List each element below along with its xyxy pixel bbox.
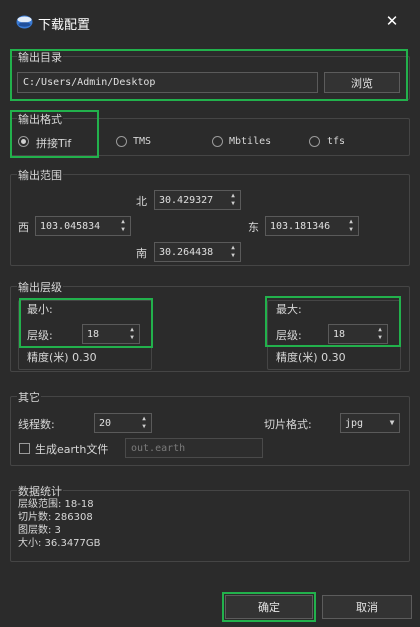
min-precision-text: 精度(米) 0.30 — [27, 351, 97, 364]
west-spinbox[interactable]: 103.045834 ▲ ▼ — [35, 216, 131, 236]
output-level-title: 输出层级 — [17, 279, 63, 295]
south-label: 南 — [136, 247, 147, 260]
stats-line: 大小: 36.3477GB — [18, 538, 101, 549]
min-level-title: 最小: — [27, 303, 53, 316]
max-level-spinbox[interactable]: 18 ▲ ▼ — [328, 324, 388, 344]
spin-arrows-icon[interactable]: ▲ ▼ — [228, 244, 238, 260]
east-value: 103.181346 — [270, 220, 331, 232]
other-title: 其它 — [17, 389, 41, 405]
stats-title: 数据统计 — [17, 483, 63, 499]
south-spinbox[interactable]: 30.264438 ▲ ▼ — [154, 242, 241, 262]
format-radio-tif[interactable] — [18, 136, 29, 147]
threads-label: 线程数: — [18, 418, 55, 431]
threads-spinbox[interactable]: 20 ▲ ▼ — [94, 413, 152, 433]
tile-format-label: 切片格式: — [264, 418, 312, 431]
format-radio-tms[interactable] — [116, 136, 127, 147]
stats-line: 层级范围: 18-18 — [18, 499, 94, 510]
output-range-title: 输出范围 — [17, 167, 63, 183]
chevron-down-icon[interactable]: ▼ — [387, 415, 397, 431]
app-globe-icon — [16, 15, 33, 29]
cancel-button[interactable]: 取消 — [322, 595, 412, 619]
spin-arrows-icon[interactable]: ▲ ▼ — [127, 326, 137, 342]
window-title: 下载配置 — [38, 18, 91, 33]
format-label-tif: 拼接Tif — [36, 137, 72, 150]
east-label: 东 — [248, 221, 259, 234]
earth-checkbox[interactable] — [19, 443, 30, 454]
tile-format-select[interactable]: jpg ▼ — [340, 413, 400, 433]
south-value: 30.264438 — [159, 246, 214, 258]
earth-checkbox-label: 生成earth文件 — [35, 443, 109, 456]
max-level-value: 18 — [333, 328, 346, 340]
spin-arrows-icon[interactable]: ▲ ▼ — [139, 415, 149, 431]
stats-line: 图层数: 3 — [18, 525, 61, 536]
north-value: 30.429327 — [159, 194, 214, 206]
max-level-title: 最大: — [276, 303, 302, 316]
threads-value: 20 — [99, 417, 112, 429]
north-label: 北 — [136, 195, 147, 208]
tile-format-value: jpg — [345, 417, 364, 429]
stats-line: 切片数: 286308 — [18, 512, 93, 523]
max-level-label: 层级: — [276, 329, 302, 342]
min-level-spinbox[interactable]: 18 ▲ ▼ — [82, 324, 140, 344]
format-label-tms: TMS — [133, 136, 152, 147]
format-label-mbtiles: Mbtiles — [229, 136, 272, 147]
spin-arrows-icon[interactable]: ▲ ▼ — [346, 218, 356, 234]
spin-arrows-icon[interactable]: ▲ ▼ — [228, 192, 238, 208]
earth-file-input[interactable]: out.earth — [125, 438, 263, 458]
north-spinbox[interactable]: 30.429327 ▲ ▼ — [154, 190, 241, 210]
max-precision-text: 精度(米) 0.30 — [276, 351, 346, 364]
west-value: 103.045834 — [40, 220, 101, 232]
ok-button[interactable]: 确定 — [225, 595, 313, 619]
browse-button[interactable]: 浏览 — [324, 72, 400, 93]
min-level-value: 18 — [87, 328, 100, 340]
west-label: 西 — [18, 221, 29, 234]
format-label-tfs: tfs — [327, 136, 346, 147]
min-level-label: 层级: — [27, 329, 53, 342]
close-icon[interactable]: ✕ — [383, 12, 401, 30]
format-radio-tfs[interactable] — [309, 136, 320, 147]
output-path-input[interactable]: C:/Users/Admin/Desktop — [17, 72, 318, 93]
format-radio-mbtiles[interactable] — [212, 136, 223, 147]
east-spinbox[interactable]: 103.181346 ▲ ▼ — [265, 216, 359, 236]
spin-arrows-icon[interactable]: ▲ ▼ — [375, 326, 385, 342]
spin-arrows-icon[interactable]: ▲ ▼ — [118, 218, 128, 234]
